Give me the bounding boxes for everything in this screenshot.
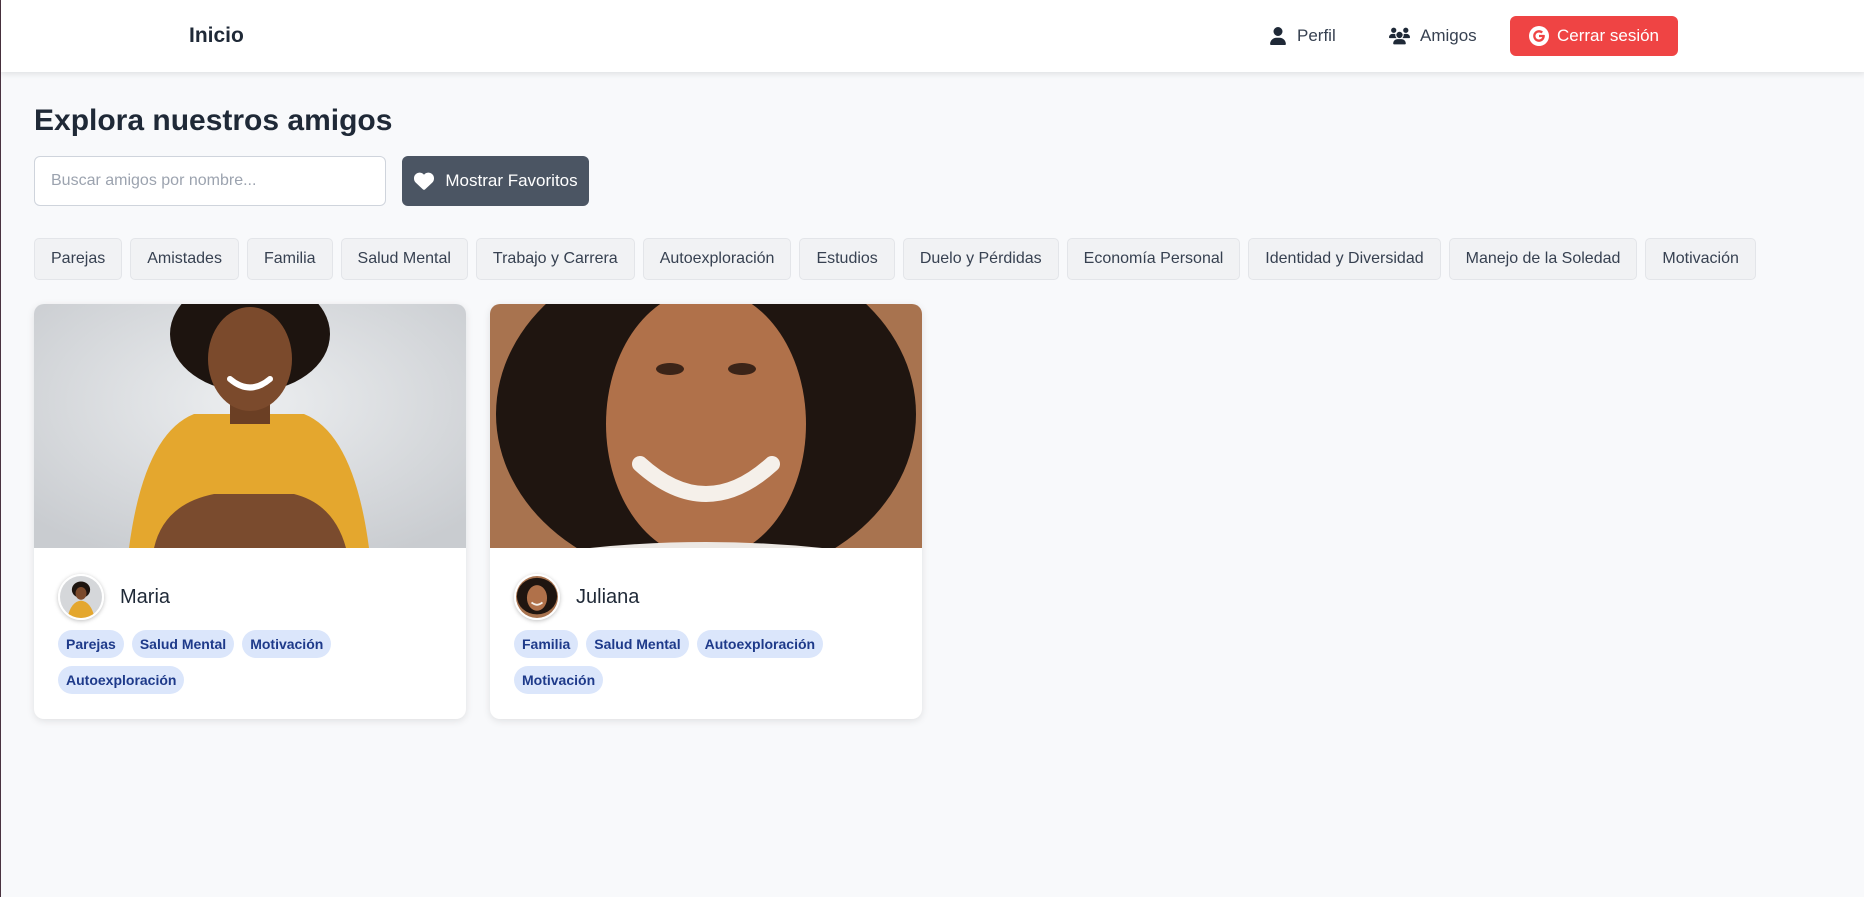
friend-card[interactable]: Maria Parejas Salud Mental Motivación Au…: [34, 304, 466, 719]
nav-profile-label: Perfil: [1297, 26, 1336, 45]
avatar: [514, 574, 560, 620]
friend-tag: Salud Mental: [131, 630, 235, 658]
category-filter-list: Parejas Amistades Familia Salud Mental T…: [34, 238, 1756, 280]
category-chip[interactable]: Amistades: [130, 238, 239, 280]
brand-home-link[interactable]: Inicio: [189, 24, 244, 48]
show-favorites-button[interactable]: Mostrar Favoritos: [402, 156, 589, 206]
user-icon: [1270, 27, 1286, 45]
friend-tag: Motivación: [242, 630, 332, 658]
heart-icon: [414, 172, 435, 190]
friend-tag: Motivación: [514, 666, 604, 694]
page-title: Explora nuestros amigos: [34, 104, 393, 137]
friend-tag: Autoexploración: [58, 666, 185, 694]
friend-tag: Salud Mental: [586, 630, 689, 658]
friend-card-header: Juliana: [514, 574, 639, 620]
category-chip[interactable]: Manejo de la Soledad: [1448, 238, 1638, 280]
category-chip[interactable]: Motivación: [1645, 238, 1756, 280]
friend-photo: [490, 304, 922, 548]
logout-button[interactable]: Cerrar sesión: [1510, 16, 1678, 56]
category-chip[interactable]: Salud Mental: [340, 238, 468, 280]
category-chip[interactable]: Familia: [246, 238, 333, 280]
category-chip[interactable]: Duelo y Pérdidas: [902, 238, 1059, 280]
friend-card[interactable]: Juliana Familia Salud Mental Autoexplora…: [490, 304, 922, 719]
top-navbar: Inicio Perfil Amigos Cerrar sesión: [1, 0, 1864, 72]
nav-friends-link[interactable]: Amigos: [1389, 24, 1477, 48]
category-chip[interactable]: Identidad y Diversidad: [1248, 238, 1441, 280]
friend-name: Maria: [120, 585, 171, 608]
friend-tag: Familia: [514, 630, 579, 658]
friend-name: Juliana: [576, 585, 640, 608]
nav-profile-link[interactable]: Perfil: [1269, 24, 1336, 48]
friend-card-header: Maria: [58, 574, 170, 620]
avatar: [58, 574, 104, 620]
friend-tags: Parejas Salud Mental Motivación Autoexpl…: [58, 630, 448, 694]
friend-tag: Autoexploración: [696, 630, 824, 658]
nav-friends-label: Amigos: [1420, 26, 1477, 45]
google-icon: [1528, 26, 1549, 46]
category-chip[interactable]: Parejas: [34, 238, 123, 280]
category-chip[interactable]: Economía Personal: [1066, 238, 1241, 280]
category-chip[interactable]: Autoexploración: [642, 238, 792, 280]
category-chip[interactable]: Estudios: [799, 238, 895, 280]
category-chip[interactable]: Trabajo y Carrera: [475, 238, 635, 280]
logout-label: Cerrar sesión: [1556, 26, 1660, 45]
friend-tags: Familia Salud Mental Autoexploración Mot…: [514, 630, 904, 694]
friend-photo: [34, 304, 466, 548]
users-icon: [1389, 27, 1410, 45]
show-favorites-label: Mostrar Favoritos: [445, 171, 578, 190]
search-input[interactable]: [34, 156, 386, 206]
friend-tag: Parejas: [58, 630, 124, 658]
